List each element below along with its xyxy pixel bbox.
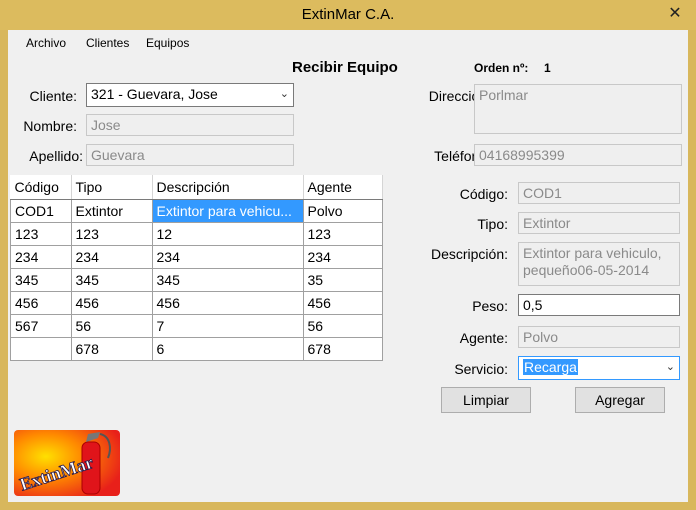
form-heading: Recibir Equipo	[292, 59, 398, 76]
nombre-label: Nombre:	[23, 118, 77, 134]
table-cell[interactable]: 234	[151, 245, 304, 269]
servicio-select-value: Recarga	[523, 359, 578, 375]
table-cell[interactable]: 123	[70, 222, 153, 246]
table-cell[interactable]: 7	[151, 314, 304, 338]
agente-label: Agente:	[459, 330, 508, 346]
table-row[interactable]: 456 456 456 456	[10, 291, 383, 315]
fire-extinguisher-icon: ExtinMar	[14, 430, 120, 496]
codigo-label: Código:	[459, 186, 508, 202]
peso-input[interactable]: 0,5	[518, 294, 680, 316]
table-cell[interactable]: Extintor	[70, 199, 153, 223]
table-cell[interactable]: 456	[302, 291, 383, 315]
app-window: ExtinMar C.A. ✕ Archivo Clientes Equipos…	[0, 0, 696, 510]
cliente-select-value: 321 - Guevara, Jose	[91, 86, 218, 102]
table-cell[interactable]: 678	[302, 337, 383, 361]
table-cell[interactable]: 234	[302, 245, 383, 269]
column-header-codigo[interactable]: Código	[10, 175, 72, 200]
agente-field: Polvo	[518, 326, 680, 348]
column-header-agente[interactable]: Agente	[303, 175, 383, 200]
table-cell[interactable]: 35	[302, 268, 383, 292]
menu-clientes[interactable]: Clientes	[86, 36, 129, 50]
table-cell[interactable]: 123	[10, 222, 72, 246]
table-row[interactable]: COD1 Extintor Extintor para vehicu... Po…	[10, 199, 383, 223]
title-bar: ExtinMar C.A. ✕	[0, 0, 696, 30]
order-label: Orden nº:	[474, 61, 529, 75]
table-cell[interactable]: 234	[10, 245, 72, 269]
descripcion-field: Extintor para vehiculo, pequeño06-05-201…	[518, 242, 680, 286]
table-cell[interactable]: 456	[70, 291, 153, 315]
tipo-field: Extintor	[518, 212, 680, 234]
apellido-field: Guevara	[86, 144, 294, 166]
chevron-down-icon: ⌄	[665, 361, 675, 373]
table-cell[interactable]: COD1	[10, 199, 72, 223]
cliente-label: Cliente:	[29, 88, 77, 104]
descripcion-label: Descripción:	[430, 246, 508, 262]
table-row[interactable]: 345 345 345 35	[10, 268, 383, 292]
table-cell[interactable]	[10, 337, 72, 361]
table-cell[interactable]: Polvo	[302, 199, 383, 223]
table-row[interactable]: 123 123 12 123	[10, 222, 383, 246]
table-cell[interactable]: 6	[151, 337, 304, 361]
apellido-label: Apellido:	[29, 148, 83, 164]
table-cell[interactable]: 12	[151, 222, 304, 246]
codigo-field: COD1	[518, 182, 680, 204]
cliente-select[interactable]: 321 - Guevara, Jose ⌄	[86, 83, 294, 107]
descripcion-line: pequeño06-05-2014	[523, 262, 650, 278]
table-row[interactable]: 234 234 234 234	[10, 245, 383, 269]
table-header-row: Código Tipo Descripción Agente	[10, 175, 383, 200]
table-cell[interactable]: 234	[70, 245, 153, 269]
extinmar-logo: ExtinMar	[14, 428, 126, 500]
order-number: 1	[544, 61, 551, 75]
direccion-field: Porlmar	[474, 84, 682, 134]
table-cell[interactable]: 345	[10, 268, 72, 292]
limpiar-button[interactable]: Limpiar	[441, 387, 531, 413]
table-cell[interactable]: 456	[151, 291, 304, 315]
menu-equipos[interactable]: Equipos	[146, 36, 189, 50]
table-cell[interactable]: 123	[302, 222, 383, 246]
peso-label: Peso:	[472, 298, 508, 314]
telefono-field: 04168995399	[474, 144, 682, 166]
table-cell[interactable]: 345	[70, 268, 153, 292]
table-cell[interactable]: 56	[302, 314, 383, 338]
table-row[interactable]: 678 6 678	[10, 337, 383, 361]
chevron-down-icon: ⌄	[279, 88, 289, 100]
menu-archivo[interactable]: Archivo	[26, 36, 66, 50]
column-header-descripcion[interactable]: Descripción	[152, 175, 304, 200]
nombre-field: Jose	[86, 114, 294, 136]
descripcion-line: Extintor para vehiculo,	[523, 245, 662, 261]
table-row[interactable]: 567 56 7 56	[10, 314, 383, 338]
table-cell[interactable]: 456	[10, 291, 72, 315]
table-cell[interactable]: 567	[10, 314, 72, 338]
table-cell[interactable]: 56	[70, 314, 153, 338]
agregar-button[interactable]: Agregar	[575, 387, 665, 413]
equipment-table[interactable]: Código Tipo Descripción Agente COD1 Exti…	[10, 175, 383, 361]
table-cell-selected[interactable]: Extintor para vehicu...	[151, 199, 304, 223]
client-area: Archivo Clientes Equipos Recibir Equipo …	[8, 30, 688, 502]
servicio-label: Servicio:	[454, 361, 508, 377]
menu-bar: Archivo Clientes Equipos	[8, 30, 688, 54]
close-icon[interactable]: ✕	[665, 4, 685, 24]
servicio-select[interactable]: Recarga ⌄	[518, 356, 680, 380]
table-cell[interactable]: 678	[70, 337, 153, 361]
window-title: ExtinMar C.A.	[301, 6, 395, 23]
column-header-tipo[interactable]: Tipo	[71, 175, 153, 200]
tipo-label: Tipo:	[477, 216, 508, 232]
table-cell[interactable]: 345	[151, 268, 304, 292]
